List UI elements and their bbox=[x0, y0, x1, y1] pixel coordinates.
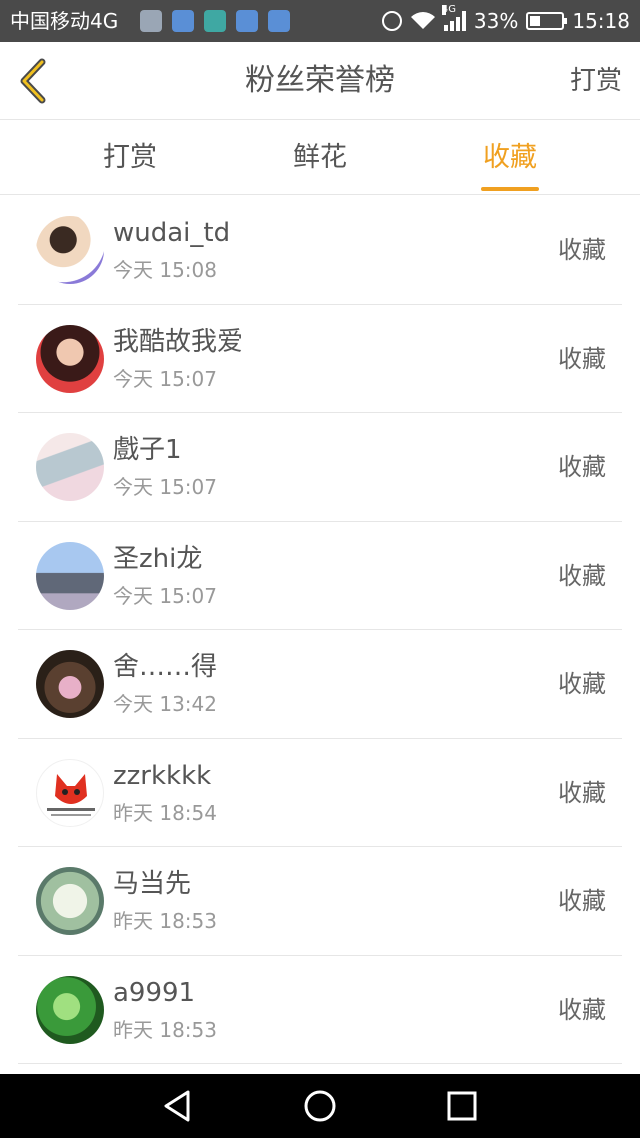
avatar bbox=[36, 975, 104, 1044]
list-item[interactable]: 舍……得 今天 13:42 收藏 bbox=[18, 630, 622, 739]
timestamp: 今天 13:42 bbox=[113, 692, 217, 716]
list-item[interactable]: zzrkkkk 昨天 18:54 收藏 bbox=[18, 739, 622, 847]
timestamp: 今天 15:07 bbox=[113, 583, 217, 608]
user-name: zzrkkkk bbox=[113, 760, 212, 791]
image-notification-icon bbox=[140, 10, 162, 32]
wifi-icon bbox=[410, 12, 435, 29]
tab-favorites[interactable]: 收藏 bbox=[450, 121, 570, 195]
avatar bbox=[36, 758, 104, 827]
status-bar: 中国移动4G 4G 33% 15:18 bbox=[0, 0, 640, 42]
clock: 15:18 bbox=[572, 9, 630, 33]
tab-bar: 打赏 鲜花 收藏 bbox=[0, 121, 640, 195]
header-bar: 粉丝荣誉榜 打赏 bbox=[0, 42, 640, 120]
system-nav-bar bbox=[0, 1074, 640, 1138]
avatar bbox=[36, 541, 104, 610]
user-name: 圣zhi龙 bbox=[113, 543, 203, 574]
reward-header-button[interactable]: 打赏 bbox=[570, 64, 622, 98]
timestamp: 今天 15:08 bbox=[113, 258, 217, 282]
signal-icon: 4G bbox=[441, 5, 466, 31]
fan-list: wudai_td 今天 15:08 收藏 我酷故我爱 今天 15:07 收藏 戲… bbox=[0, 196, 640, 1064]
tab-flowers[interactable]: 鲜花 bbox=[260, 121, 380, 195]
action-label: 收藏 bbox=[558, 887, 606, 915]
avatar bbox=[36, 216, 104, 284]
active-tab-indicator bbox=[481, 187, 539, 191]
home-circle-icon[interactable] bbox=[302, 1088, 338, 1124]
list-item[interactable]: 马当先 昨天 18:53 收藏 bbox=[18, 847, 622, 956]
timestamp: 昨天 18:53 bbox=[113, 1017, 217, 1042]
timestamp: 今天 15:07 bbox=[113, 366, 217, 391]
tab-reward[interactable]: 打赏 bbox=[70, 121, 190, 195]
list-item[interactable]: 我酷故我爱 今天 15:07 收藏 bbox=[18, 305, 622, 413]
user-name: 舍……得 bbox=[113, 652, 218, 682]
list-item[interactable]: wudai_td 今天 15:08 收藏 bbox=[18, 196, 622, 305]
user-name: 马当先 bbox=[113, 869, 192, 899]
network-type-label: 4G bbox=[441, 4, 457, 15]
avatar bbox=[36, 433, 104, 501]
battery-fill bbox=[530, 16, 541, 26]
avatar bbox=[36, 867, 104, 935]
tab-favorites-label: 收藏 bbox=[483, 142, 537, 173]
user-name: 戲子1 bbox=[113, 435, 182, 465]
list-item[interactable]: a9991 昨天 18:53 收藏 bbox=[18, 956, 622, 1064]
carrier-label: 中国移动4G bbox=[10, 9, 119, 33]
timestamp: 昨天 18:53 bbox=[113, 909, 217, 933]
list-item[interactable]: 戲子1 今天 15:07 收藏 bbox=[18, 413, 622, 522]
battery-percent: 33% bbox=[473, 9, 519, 33]
status-right: 4G 33% 15:18 bbox=[381, 5, 630, 34]
recent-square-icon[interactable] bbox=[444, 1088, 480, 1124]
notification-icons bbox=[140, 10, 290, 32]
action-label: 收藏 bbox=[558, 778, 606, 807]
battery-icon bbox=[526, 12, 568, 30]
baidu-notification-icon bbox=[172, 10, 194, 32]
baidu-notification-icon bbox=[268, 10, 290, 32]
user-name: wudai_td bbox=[113, 218, 231, 248]
list-item[interactable]: 圣zhi龙 今天 15:07 收藏 bbox=[18, 522, 622, 630]
page-title: 粉丝荣誉榜 bbox=[245, 63, 395, 98]
action-label: 收藏 bbox=[558, 236, 606, 264]
action-label: 收藏 bbox=[558, 995, 606, 1024]
action-label: 收藏 bbox=[558, 344, 606, 373]
avatar bbox=[36, 650, 104, 718]
fox-avatar-icon bbox=[47, 773, 95, 816]
baidu-notification-icon bbox=[236, 10, 258, 32]
user-name: 我酷故我爱 bbox=[113, 326, 244, 357]
user-name: a9991 bbox=[113, 977, 196, 1008]
action-label: 收藏 bbox=[558, 670, 606, 698]
timestamp: 今天 15:07 bbox=[113, 475, 217, 499]
action-label: 收藏 bbox=[558, 561, 606, 590]
alarm-icon bbox=[381, 11, 402, 31]
shield-notification-icon bbox=[204, 10, 226, 32]
action-label: 收藏 bbox=[558, 453, 606, 481]
avatar bbox=[36, 324, 104, 393]
back-triangle-icon[interactable] bbox=[160, 1088, 196, 1124]
timestamp: 昨天 18:54 bbox=[113, 800, 217, 825]
